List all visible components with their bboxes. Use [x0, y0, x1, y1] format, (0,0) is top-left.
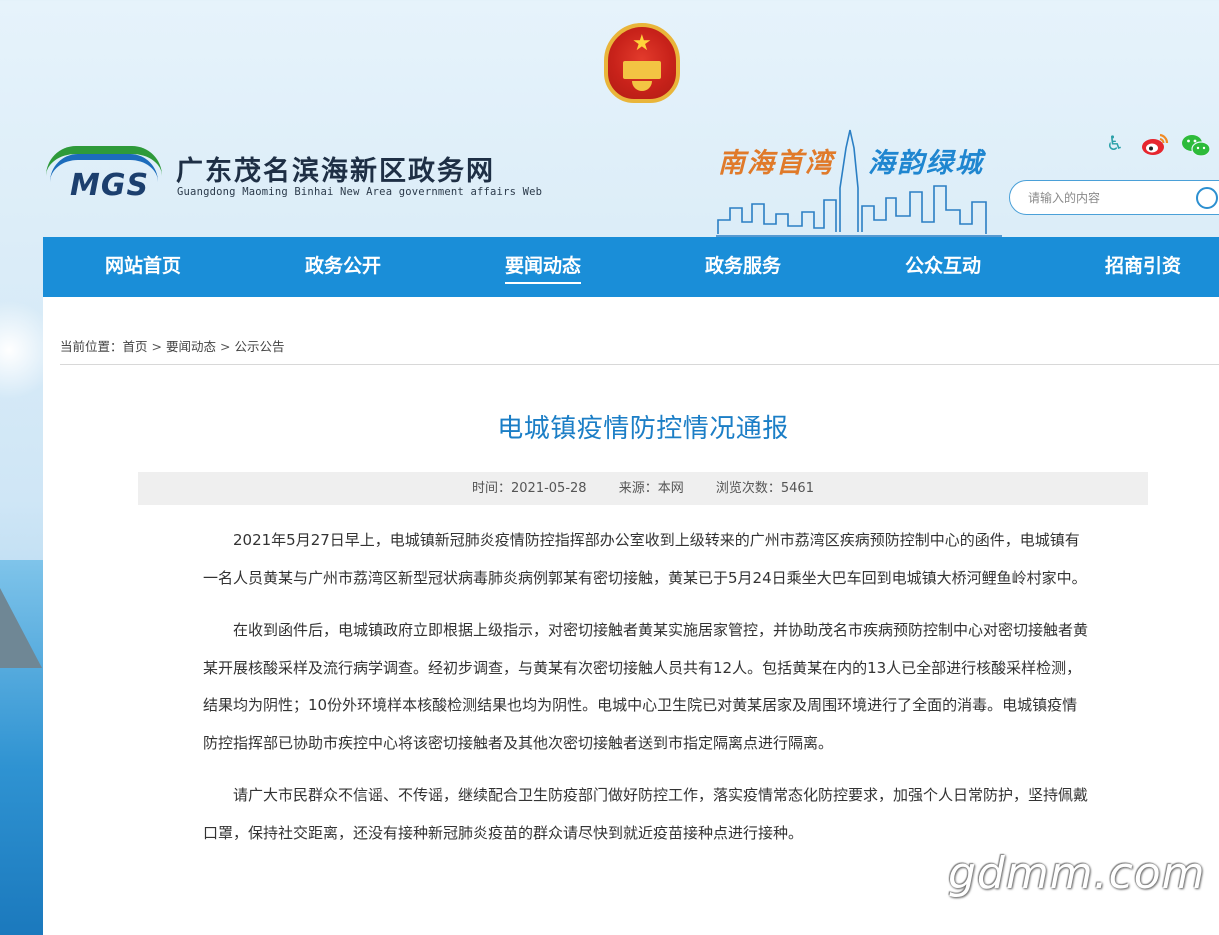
- logo-text: MGS: [70, 168, 150, 203]
- nav-item-home[interactable]: 网站首页: [83, 237, 203, 297]
- article-body: 2021年5月27日早上，电城镇新冠肺炎疫情防控指挥部办公室收到上级转来的广州市…: [203, 522, 1088, 867]
- breadcrumb-news[interactable]: 要闻动态: [166, 339, 216, 354]
- search-icon[interactable]: [1196, 187, 1218, 209]
- watermark: gdmm.com: [948, 848, 1206, 899]
- article-meta: 时间：2021-05-28 来源：本网 浏览次数：5461: [138, 472, 1148, 505]
- nav-item-interaction[interactable]: 公众互动: [883, 237, 1003, 297]
- search-input[interactable]: [1028, 189, 1188, 207]
- accessibility-icon[interactable]: ♿: [1106, 131, 1128, 155]
- breadcrumb-prefix: 当前位置：: [60, 339, 123, 354]
- weibo-icon[interactable]: [1140, 131, 1170, 157]
- search-box: [1009, 180, 1219, 215]
- breadcrumb: 当前位置：首页 > 要闻动态 > 公示公告: [60, 336, 285, 355]
- breadcrumb-separator: >: [220, 339, 231, 354]
- nav-item-government-affairs[interactable]: 政务公开: [283, 237, 403, 297]
- article-paragraph: 2021年5月27日早上，电城镇新冠肺炎疫情防控指挥部办公室收到上级转来的广州市…: [203, 531, 1087, 587]
- main-nav: 网站首页 政务公开 要闻动态 政务服务 公众互动 招商引资: [43, 237, 1219, 297]
- background-rock: [0, 588, 42, 668]
- article-paragraph: 在收到函件后，电城镇政府立即根据上级指示，对密切接触者黄某实施居家管控，并协助茂…: [203, 621, 1089, 752]
- slogan-part1: 南海首湾: [718, 148, 834, 179]
- national-emblem-icon: ★: [604, 23, 680, 103]
- article-source: 来源：本网: [618, 481, 684, 496]
- breadcrumb-divider: [60, 364, 1219, 365]
- nav-item-services[interactable]: 政务服务: [683, 237, 803, 297]
- background-cloud: [0, 290, 45, 410]
- article-time: 时间：2021-05-28: [472, 481, 587, 496]
- nav-item-news[interactable]: 要闻动态: [483, 237, 603, 297]
- breadcrumb-home[interactable]: 首页: [123, 339, 148, 354]
- article-title: 电城镇疫情防控情况通报: [497, 414, 789, 444]
- site-title: 广东茂名滨海新区政务网: [176, 156, 495, 187]
- wechat-icon[interactable]: [1181, 133, 1211, 159]
- breadcrumb-notices[interactable]: 公示公告: [235, 339, 285, 354]
- site-header: ★ MGS 广东茂名滨海新区政务网 Guangdong Maoming Binh…: [0, 0, 1219, 237]
- nav-item-investment[interactable]: 招商引资: [1083, 237, 1203, 297]
- breadcrumb-separator: >: [151, 339, 163, 354]
- article-views: 浏览次数：5461: [715, 481, 814, 496]
- slogan: 南海首湾 海韵绿城: [718, 141, 984, 180]
- slogan-part2: 海韵绿城: [868, 148, 984, 179]
- content-panel: 当前位置：首页 > 要闻动态 > 公示公告 电城镇疫情防控情况通报 时间：2021-05…: [43, 297, 1219, 935]
- article-paragraph: 请广大市民群众不信谣、不传谣，继续配合卫生防疫部门做好防控工作，落实疫情常态化防…: [203, 786, 1089, 842]
- site-logo[interactable]: MGS: [42, 142, 164, 204]
- site-subtitle: Guangdong Maoming Binhai New Area govern…: [177, 186, 543, 198]
